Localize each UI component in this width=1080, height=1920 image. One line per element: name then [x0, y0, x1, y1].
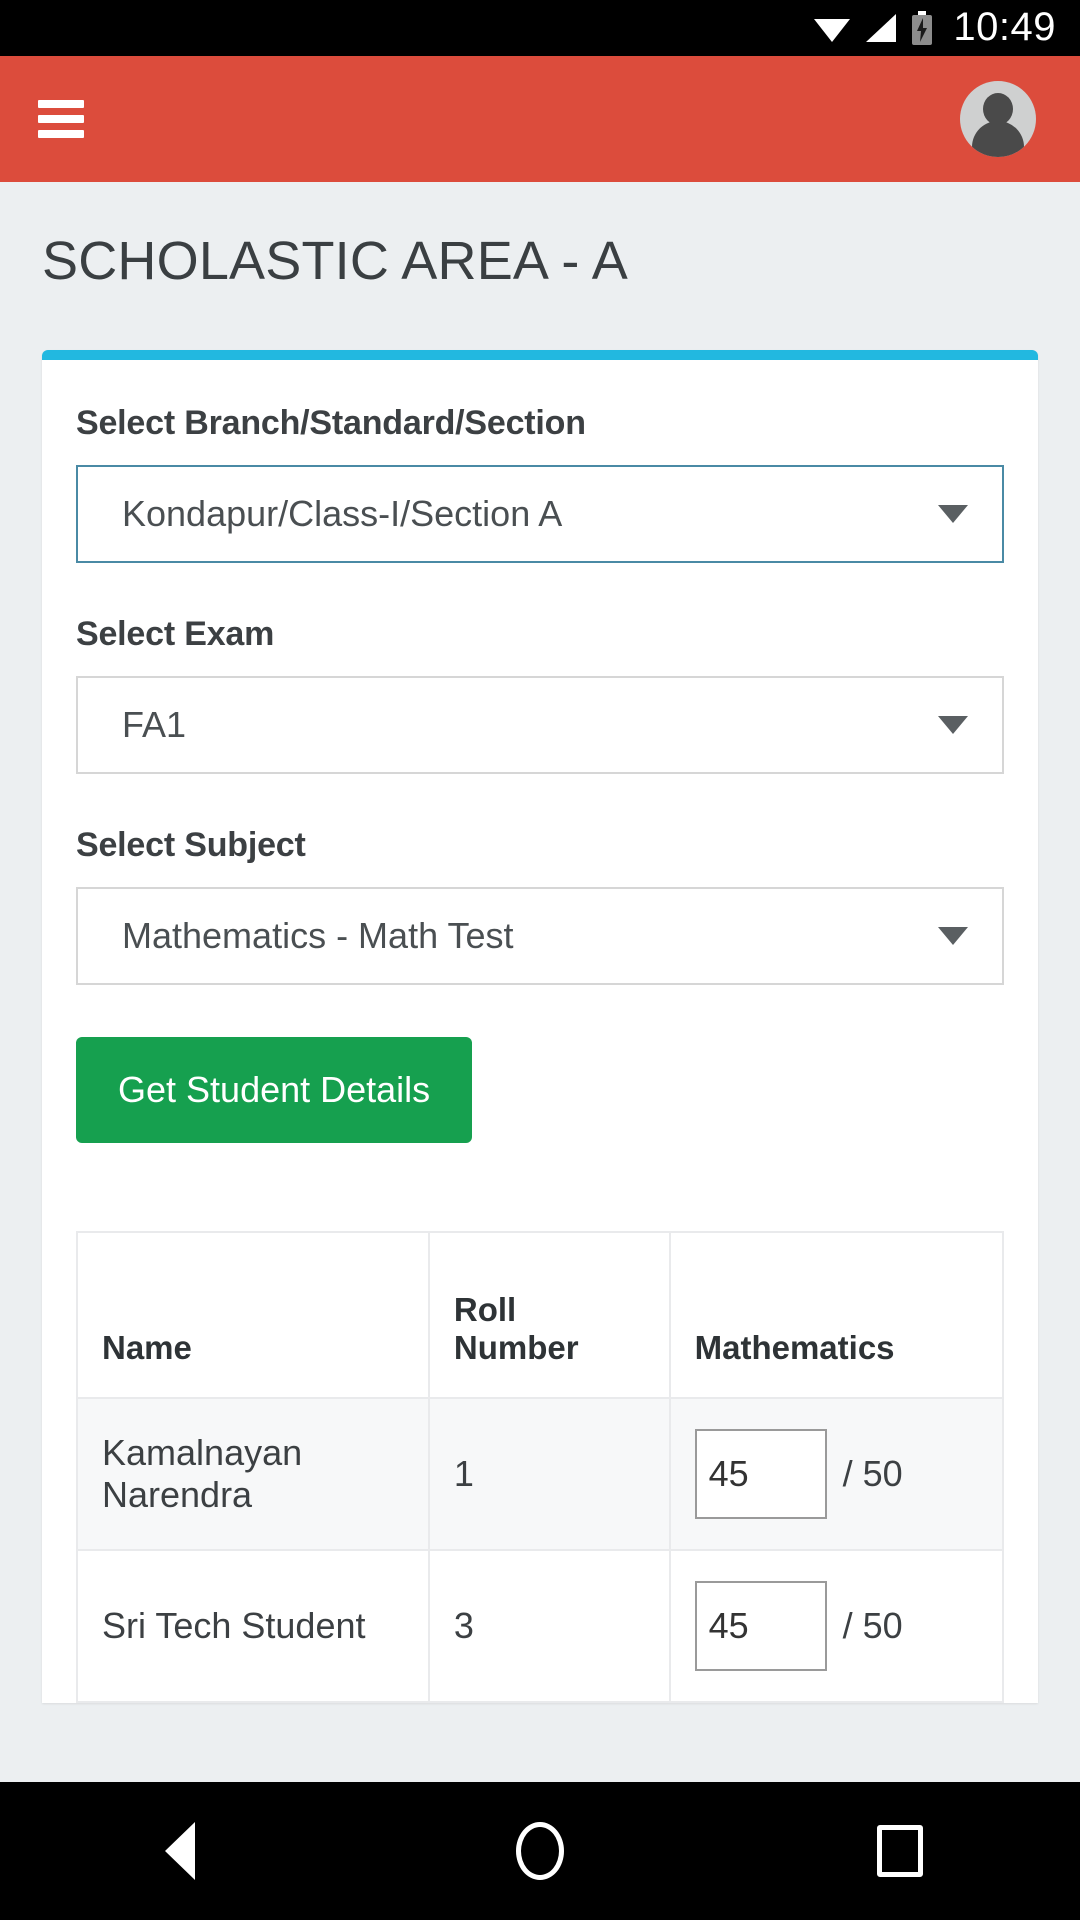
avatar-body: [972, 121, 1024, 157]
branch-select-value: Kondapur/Class-I/Section A: [122, 493, 563, 535]
chevron-down-icon: [938, 505, 968, 524]
android-nav-bar: [0, 1782, 1080, 1920]
student-score-cell: / 50: [668, 1549, 1005, 1704]
students-table: Name Roll Number Mathematics Kamalnayan …: [76, 1231, 1005, 1704]
chevron-down-icon: [938, 927, 968, 946]
page-title: SCHOLASTIC AREA - A: [42, 231, 628, 291]
score-max-label: / 50: [842, 1605, 903, 1647]
exam-select[interactable]: FA1: [76, 676, 1004, 775]
subject-select-value: Mathematics - Math Test: [122, 915, 514, 957]
table-header-row: Name Roll Number Mathematics: [76, 1231, 1005, 1400]
table-row: Sri Tech Student 3 / 50: [76, 1549, 1005, 1704]
hamburger-bar: [38, 100, 84, 108]
score-input[interactable]: [694, 1429, 827, 1520]
app-bar: [0, 56, 1080, 182]
user-avatar-icon[interactable]: [960, 81, 1036, 157]
column-header-roll: Roll Number: [427, 1231, 671, 1400]
student-name: Sri Tech Student: [76, 1549, 430, 1704]
status-bar: 10:49: [0, 0, 1080, 56]
student-score-cell: / 50: [668, 1397, 1005, 1552]
column-header-name: Name: [76, 1231, 430, 1400]
nav-recents-button[interactable]: [820, 1782, 980, 1920]
cellular-signal-icon: [864, 13, 898, 43]
battery-charging-icon: [911, 11, 933, 45]
score-wrapper: / 50: [694, 1429, 978, 1520]
hamburger-bar: [38, 115, 84, 123]
branch-label: Select Branch/Standard/Section: [76, 404, 586, 443]
student-roll: 3: [427, 1549, 671, 1704]
nav-home-button[interactable]: [460, 1782, 620, 1920]
main-content: SCHOLASTIC AREA - A Select Branch/Standa…: [0, 182, 1080, 1782]
recents-square-icon: [877, 1825, 923, 1877]
score-input[interactable]: [694, 1581, 827, 1672]
wifi-icon: [813, 13, 851, 43]
table-row: Kamalnayan Narendra 1 / 50: [76, 1397, 1005, 1552]
subject-select[interactable]: Mathematics - Math Test: [76, 887, 1004, 986]
get-student-details-button[interactable]: Get Student Details: [76, 1037, 473, 1144]
student-name: Kamalnayan Narendra: [76, 1397, 430, 1552]
status-icons: [813, 11, 933, 45]
score-max-label: / 50: [842, 1453, 903, 1495]
column-header-subject: Mathematics: [668, 1231, 1005, 1400]
score-wrapper: / 50: [694, 1581, 978, 1672]
subject-label: Select Subject: [76, 826, 306, 865]
hamburger-menu-icon[interactable]: [38, 100, 84, 138]
chevron-down-icon: [938, 716, 968, 735]
exam-select-value: FA1: [122, 704, 187, 746]
exam-label: Select Exam: [76, 615, 275, 654]
hamburger-bar: [38, 130, 84, 138]
phone-screen: 10:49 SCHOLASTIC AREA - A Select Branch/…: [0, 0, 1080, 1920]
back-triangle-icon: [165, 1822, 195, 1880]
branch-select[interactable]: Kondapur/Class-I/Section A: [76, 465, 1004, 564]
home-circle-icon: [516, 1822, 564, 1880]
form-card: Select Branch/Standard/Section Kondapur/…: [42, 350, 1038, 1704]
nav-back-button[interactable]: [100, 1782, 260, 1920]
status-clock: 10:49: [953, 5, 1056, 49]
student-roll: 1: [427, 1397, 671, 1552]
